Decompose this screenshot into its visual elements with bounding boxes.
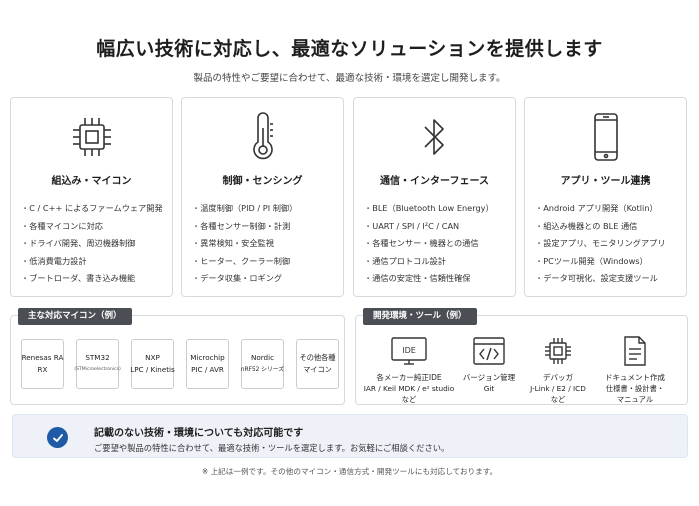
mcu-item: Nordic nRF52 シリーズ bbox=[241, 339, 284, 389]
bluetooth-icon bbox=[354, 112, 515, 162]
tool-desc: 仕様書・設計書・ bbox=[605, 384, 665, 393]
list-item: データ可視化、設定支援ツール bbox=[535, 270, 682, 288]
mcu-name: STM32 bbox=[85, 353, 110, 362]
ide-icon-label: IDE bbox=[402, 346, 416, 355]
feature-list: BLE（Bluetooth Low Energy） UART / SPI / I… bbox=[364, 200, 511, 288]
list-item: 温度制御（PID / PI 制御） bbox=[192, 200, 339, 218]
list-item: C / C++ によるファームウェア開発 bbox=[21, 200, 168, 218]
smartphone-icon bbox=[525, 112, 686, 162]
card-title: 通信・インターフェース bbox=[380, 176, 489, 187]
mcu-name: Renesas RA bbox=[21, 353, 64, 362]
mcu-series: RX bbox=[37, 365, 48, 374]
mcu-item: STM32 (STMicroelectronics) bbox=[74, 339, 121, 389]
footnote: ※ 上記は一例です。その他のマイコン・通信方式・開発ツールにも対応しております。 bbox=[201, 467, 498, 476]
list-item: ブートローダ、書き込み機能 bbox=[21, 270, 168, 288]
card-embedded: 組込み・マイコン C / C++ によるファームウェア開発 各種マイコンに対応 … bbox=[10, 97, 173, 297]
mcu-panel: 主な対応マイコン（例） Renesas RA RX STM32 (STMicro… bbox=[10, 308, 345, 405]
mcu-item: Microchip PIC / AVR bbox=[186, 339, 229, 389]
mcu-series: マイコン bbox=[303, 365, 332, 374]
list-item: 設定アプリ、モニタリングアプリ bbox=[535, 235, 682, 253]
list-item: BLE（Bluetooth Low Energy） bbox=[364, 200, 511, 218]
list-item: 組込み機器との BLE 通信 bbox=[535, 218, 682, 236]
list-item: 異常検知・安全監視 bbox=[192, 235, 339, 253]
tool-desc: など bbox=[401, 395, 417, 404]
page-title: 幅広い技術に対応し、最適なソリューションを提供します bbox=[96, 38, 603, 60]
card-title: 組込み・マイコン bbox=[51, 176, 132, 187]
mcu-name: Nordic bbox=[250, 353, 275, 362]
tool-item: ドキュメント作成 仕様書・設計書・ マニュアル bbox=[580, 334, 690, 405]
thermometer-icon bbox=[182, 112, 343, 162]
page-subtitle: 製品の特性やご要望に合わせて、最適な技術・環境を選定し開発します。 bbox=[193, 73, 506, 84]
list-item: 各種マイコンに対応 bbox=[21, 218, 168, 236]
list-item: PCツール開発（Windows） bbox=[535, 253, 682, 271]
card-title: アプリ・ツール連携 bbox=[560, 176, 651, 187]
mcu-series: nRF52 シリーズ bbox=[240, 367, 285, 373]
mcu-series: LPC / Kinetis bbox=[130, 365, 175, 374]
list-item: UART / SPI / I²C / CAN bbox=[364, 218, 511, 236]
list-item: 各種センサー・機器との通信 bbox=[364, 235, 511, 253]
list-item: 通信の安定性・信頼性確保 bbox=[364, 270, 511, 288]
list-item: 低消費電力設計 bbox=[21, 253, 168, 271]
list-item: 通信プロトコル設計 bbox=[364, 253, 511, 271]
list-item: 各種センサー制御・計測 bbox=[192, 218, 339, 236]
panel-header: 開発環境・ツール（例） bbox=[363, 308, 477, 325]
mcu-series: PIC / AVR bbox=[191, 365, 224, 374]
mcu-series: (STMicroelectronics) bbox=[74, 367, 121, 372]
notice-title: 記載のない技術・環境についても対応可能です bbox=[94, 428, 304, 439]
mcu-item: その他各種 マイコン bbox=[296, 339, 339, 389]
tool-desc: マニュアル bbox=[616, 395, 654, 404]
mcu-item: Renesas RA RX bbox=[21, 339, 64, 389]
card-title: 制御・センシング bbox=[222, 176, 303, 187]
panel-header: 主な対応マイコン（例） bbox=[18, 308, 132, 325]
document-icon bbox=[580, 334, 690, 368]
card-control: 制御・センシング 温度制御（PID / PI 制御） 各種センサー制御・計測 異… bbox=[181, 97, 344, 297]
notice-banner: 記載のない技術・環境についても対応可能です ご要望や製品の特性に合わせて、最適な… bbox=[12, 414, 688, 458]
check-icon bbox=[47, 427, 68, 448]
list-item: ヒーター、クーラー制御 bbox=[192, 253, 339, 271]
list-item: ドライバ開発、周辺機器制御 bbox=[21, 235, 168, 253]
list-item: Android アプリ開発（Kotlin） bbox=[535, 200, 682, 218]
mcu-name: その他各種 bbox=[299, 353, 336, 362]
mcu-item: NXP LPC / Kinetis bbox=[130, 339, 175, 389]
feature-list: C / C++ によるファームウェア開発 各種マイコンに対応 ドライバ開発、周辺… bbox=[21, 200, 168, 288]
tools-panel: 開発環境・ツール（例） IDE 各メーカー純正IDE IAR / Keil MD… bbox=[355, 308, 690, 405]
mcu-name: NXP bbox=[145, 353, 160, 362]
card-app-tools: アプリ・ツール連携 Android アプリ開発（Kotlin） 組込み機器との … bbox=[524, 97, 687, 297]
tool-name: ドキュメント作成 bbox=[605, 373, 665, 382]
mcu-name: Microchip bbox=[190, 353, 225, 362]
chip-icon bbox=[11, 112, 172, 162]
list-item: データ収集・ロギング bbox=[192, 270, 339, 288]
notice-text: ご要望や製品の特性に合わせて、最適な技術・ツールを選定します。お気軽にご相談くだ… bbox=[94, 443, 450, 453]
feature-list: Android アプリ開発（Kotlin） 組込み機器との BLE 通信 設定ア… bbox=[535, 200, 682, 288]
feature-list: 温度制御（PID / PI 制御） 各種センサー制御・計測 異常検知・安全監視 … bbox=[192, 200, 339, 288]
card-communication: 通信・インターフェース BLE（Bluetooth Low Energy） UA… bbox=[353, 97, 516, 297]
